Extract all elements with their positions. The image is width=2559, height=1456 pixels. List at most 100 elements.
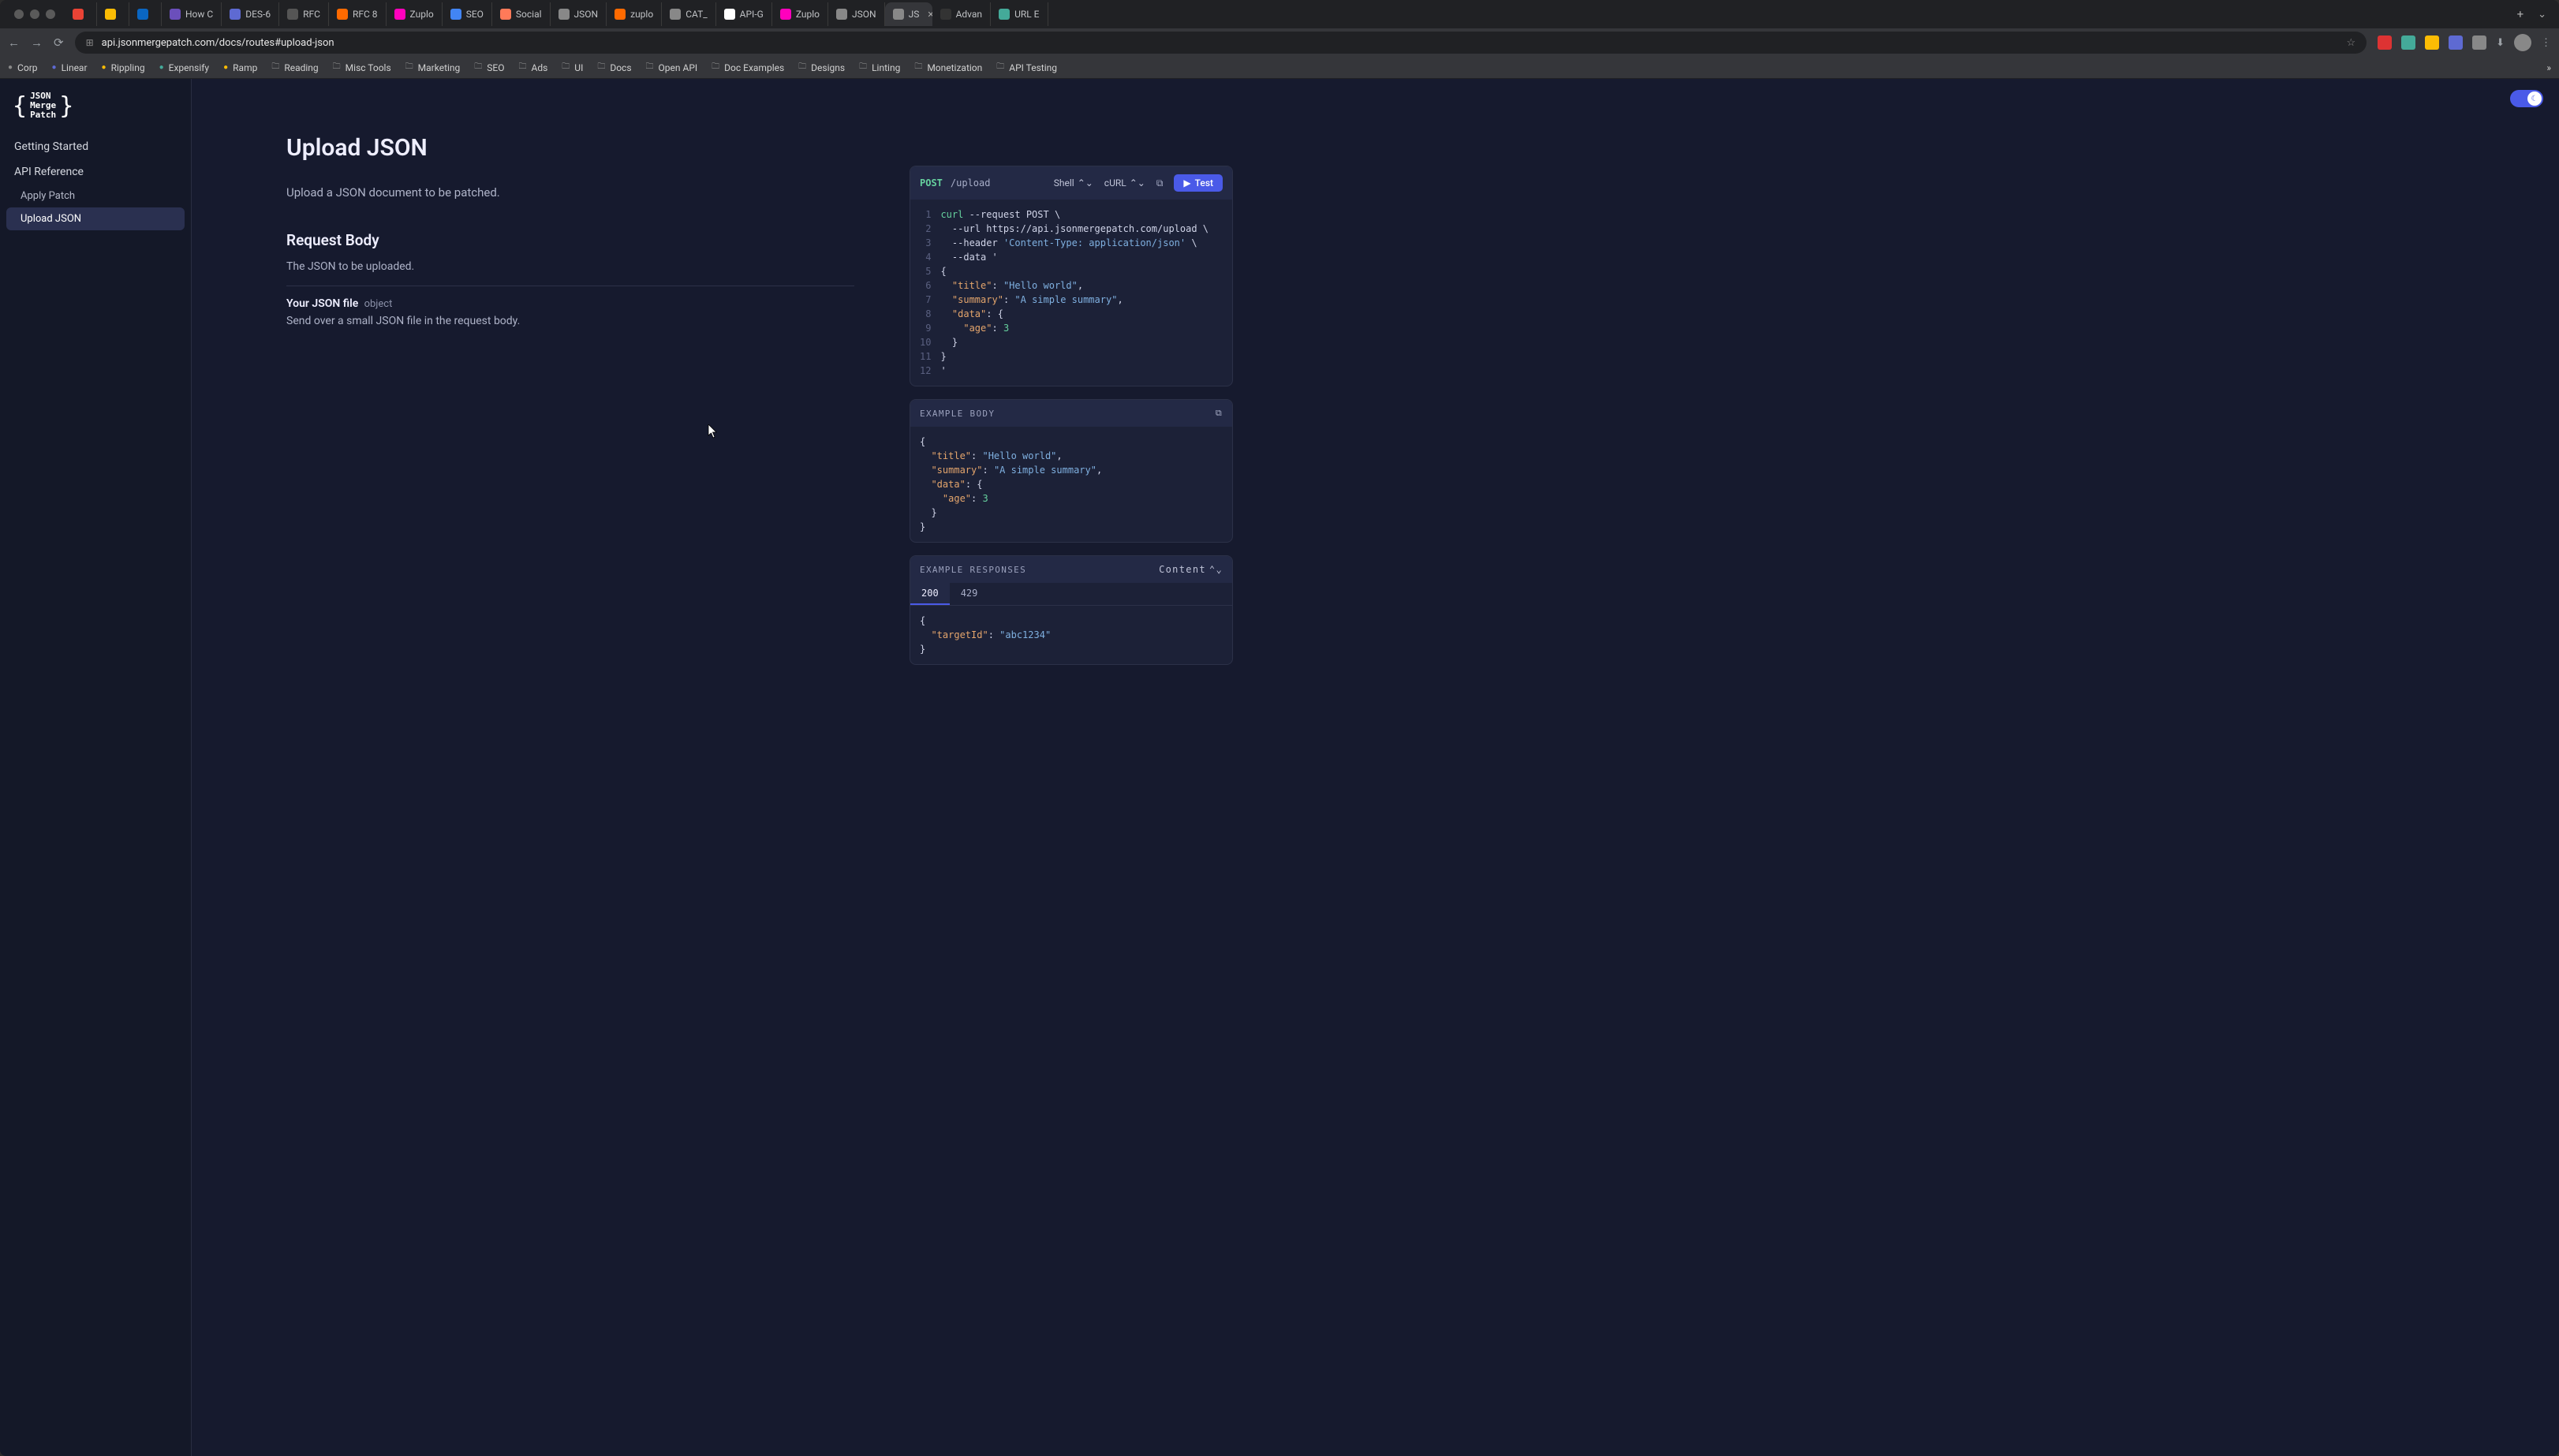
dot-icon: ● xyxy=(52,63,57,72)
bookmark-item[interactable]: 🗀Ads xyxy=(518,61,547,74)
download-icon[interactable]: ⬇ xyxy=(2496,37,2505,49)
browser-tab[interactable]: CAT_ xyxy=(662,2,715,26)
favicon-icon xyxy=(170,9,181,20)
content-type-selector[interactable]: Content ⌃⌄ xyxy=(1159,564,1223,575)
tool-selector[interactable]: cURL ⌃⌄ xyxy=(1104,177,1145,189)
sidebar: { JSON Merge Patch } Getting Started API… xyxy=(0,79,192,1456)
browser-tab[interactable]: JSON xyxy=(828,2,885,26)
bookmark-star-icon[interactable]: ☆ xyxy=(2346,37,2355,49)
language-selector[interactable]: Shell ⌃⌄ xyxy=(1054,177,1093,189)
example-responses-header: EXAMPLE RESPONSES Content ⌃⌄ xyxy=(910,556,1232,583)
bookmark-item[interactable]: 🗀Docs xyxy=(597,61,631,74)
browser-tab[interactable]: SEO xyxy=(443,2,492,26)
endpoint-path: /upload xyxy=(951,177,991,189)
folder-icon: 🗀 xyxy=(405,61,413,74)
bookmark-item[interactable]: ●Ramp xyxy=(223,61,257,74)
main-content: Upload JSON Upload a JSON document to be… xyxy=(192,79,902,1456)
chevron-icon: ⌃⌄ xyxy=(1078,177,1093,189)
browser-tab[interactable]: zuplo xyxy=(607,2,662,26)
browser-tab[interactable]: Social xyxy=(492,2,551,26)
browser-tab[interactable]: JSON xyxy=(551,2,607,26)
browser-tab[interactable]: Zuplo xyxy=(772,2,828,26)
brace-icon: } xyxy=(59,93,73,119)
sidebar-item-getting-started[interactable]: Getting Started xyxy=(0,134,191,159)
address-bar[interactable]: ⊞ api.jsonmergepatch.com/docs/routes#upl… xyxy=(75,32,2367,54)
dot-icon: ● xyxy=(102,63,106,72)
bookmark-item[interactable]: 🗀Linting xyxy=(859,61,900,74)
response-tab-200[interactable]: 200 xyxy=(910,583,950,605)
browser-tab[interactable]: DES-6 xyxy=(222,2,279,26)
test-button[interactable]: ▶ Test xyxy=(1174,174,1223,192)
bookmark-item[interactable]: ●Corp xyxy=(8,61,38,74)
site-info-icon[interactable]: ⊞ xyxy=(86,37,94,48)
browser-tab[interactable]: API-G xyxy=(716,2,772,26)
bookmarks-overflow-icon[interactable]: » xyxy=(2546,62,2551,73)
bookmark-item[interactable]: 🗀Open API xyxy=(646,61,698,74)
tab-overflow-button[interactable]: ⌄ xyxy=(2531,9,2553,21)
browser-tab[interactable]: Zuplo xyxy=(387,2,443,26)
request-panel: POST /upload Shell ⌃⌄ cURL ⌃⌄ ⧉ ▶ Test xyxy=(910,166,1233,386)
forward-button[interactable]: → xyxy=(31,35,43,50)
browser-tab[interactable] xyxy=(65,2,97,26)
bookmark-item[interactable]: 🗀SEO xyxy=(474,61,504,74)
copy-icon[interactable]: ⧉ xyxy=(1216,408,1223,419)
response-tab-429[interactable]: 429 xyxy=(950,583,989,605)
theme-toggle[interactable]: ☾ xyxy=(2510,90,2543,107)
browser-tab[interactable]: JS✕ xyxy=(885,2,932,26)
bookmark-item[interactable]: ●Rippling xyxy=(102,61,145,74)
sidebar-item-upload-json[interactable]: Upload JSON xyxy=(6,207,185,230)
zoom-window-icon[interactable] xyxy=(46,9,55,19)
close-window-icon[interactable] xyxy=(14,9,24,19)
bookmark-item[interactable]: 🗀Misc Tools xyxy=(333,61,391,74)
browser-tab[interactable]: How C xyxy=(162,2,222,26)
extension-icon[interactable] xyxy=(2449,35,2463,50)
bookmark-item[interactable]: ●Linear xyxy=(52,61,88,74)
extension-icon[interactable] xyxy=(2472,35,2486,50)
folder-icon: 🗀 xyxy=(914,61,922,74)
favicon-icon xyxy=(836,9,847,20)
bookmark-item[interactable]: 🗀Doc Examples xyxy=(712,61,784,74)
browser-tab[interactable] xyxy=(129,2,162,26)
example-body-header: EXAMPLE BODY ⧉ xyxy=(910,400,1232,427)
reload-button[interactable]: ⟳ xyxy=(54,35,64,50)
profile-avatar[interactable] xyxy=(2514,34,2531,51)
request-code[interactable]: 1 2 3 4 5 6 7 8 9 10 11 12 curl --reques… xyxy=(910,200,1232,386)
example-body-panel: EXAMPLE BODY ⧉ { "title": "Hello world",… xyxy=(910,399,1233,543)
sidebar-item-apply-patch[interactable]: Apply Patch xyxy=(0,185,191,207)
bookmark-item[interactable]: 🗀API Testing xyxy=(996,61,1057,74)
menu-icon[interactable]: ⋮ xyxy=(2541,37,2551,49)
folder-icon: 🗀 xyxy=(712,61,719,74)
sidebar-item-api-reference[interactable]: API Reference xyxy=(0,159,191,185)
minimize-window-icon[interactable] xyxy=(30,9,39,19)
browser-tab[interactable]: RFC xyxy=(279,2,329,26)
example-body-code[interactable]: { "title": "Hello world", "summary": "A … xyxy=(910,427,1232,542)
response-code[interactable]: { "targetId": "abc1234" } xyxy=(910,606,1232,664)
browser-tab[interactable]: Advan xyxy=(932,2,991,26)
section-description: The JSON to be uploaded. xyxy=(286,260,854,273)
browser-tab[interactable]: RFC 8 xyxy=(329,2,387,26)
folder-icon: 🗀 xyxy=(597,61,605,74)
extension-icon[interactable] xyxy=(2425,35,2439,50)
bookmark-item[interactable]: 🗀Reading xyxy=(271,61,318,74)
copy-icon[interactable]: ⧉ xyxy=(1156,177,1164,189)
extension-icon[interactable] xyxy=(2401,35,2415,50)
bookmark-item[interactable]: 🗀Monetization xyxy=(914,61,982,74)
play-icon: ▶ xyxy=(1183,177,1190,189)
new-tab-button[interactable]: + xyxy=(2511,7,2531,21)
folder-icon: 🗀 xyxy=(518,61,526,74)
http-method: POST xyxy=(920,177,943,189)
bookmark-item[interactable]: 🗀Designs xyxy=(798,61,845,74)
chevron-icon: ⌃⌄ xyxy=(1130,177,1145,189)
window-controls[interactable] xyxy=(6,9,63,19)
browser-tab[interactable]: URL E xyxy=(991,2,1048,26)
browser-tab[interactable] xyxy=(97,2,129,26)
browser-tab-strip: How CDES-6RFCRFC 8ZuploSEOSocialJSONzupl… xyxy=(0,0,2559,28)
code-panels: POST /upload Shell ⌃⌄ cURL ⌃⌄ ⧉ ▶ Test xyxy=(902,79,1265,1456)
bookmark-item[interactable]: 🗀Marketing xyxy=(405,61,461,74)
bookmark-item[interactable]: 🗀UI xyxy=(562,61,583,74)
logo[interactable]: { JSON Merge Patch } xyxy=(0,91,191,134)
back-button[interactable]: ← xyxy=(8,35,20,50)
extension-icon[interactable] xyxy=(2378,35,2392,50)
folder-icon: 🗀 xyxy=(333,61,341,74)
bookmark-item[interactable]: ●Expensify xyxy=(159,61,210,74)
